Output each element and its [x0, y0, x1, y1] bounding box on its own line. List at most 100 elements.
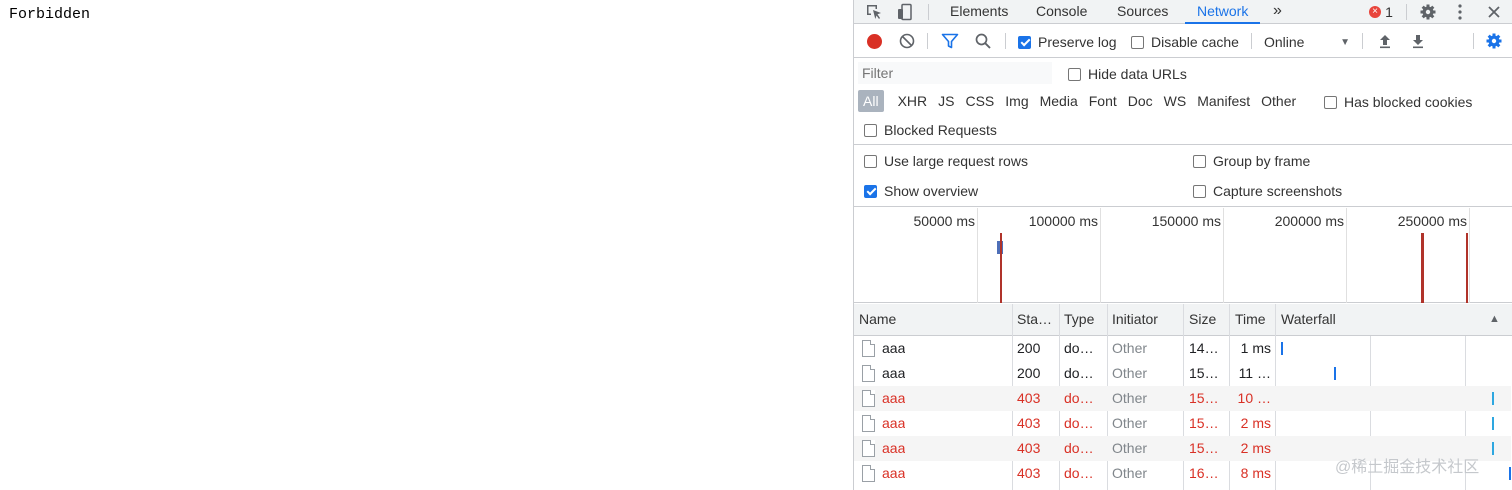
type-filter-xhr[interactable]: XHR [893, 90, 933, 112]
column-header-name[interactable]: Name [854, 304, 1012, 336]
has-blocked-cookies-option[interactable]: Has blocked cookies [1324, 94, 1472, 110]
capture-screenshots-option[interactable]: Capture screenshots [1193, 183, 1342, 199]
toolbar-divider [927, 33, 928, 49]
row-initiator: Other [1112, 415, 1148, 431]
group-by-frame-checkbox[interactable] [1193, 154, 1206, 168]
row-status: 200 [1017, 340, 1041, 356]
type-filter-doc[interactable]: Doc [1123, 90, 1158, 112]
kebab-menu-icon[interactable] [1451, 0, 1469, 24]
table-row[interactable]: aaa 403 do… Other 15… 10 … [854, 386, 1511, 411]
row-type: do… [1064, 390, 1094, 406]
close-icon[interactable] [1484, 0, 1504, 24]
column-header-time[interactable]: Time [1230, 304, 1276, 336]
row-size: 15… [1189, 365, 1219, 381]
row-initiator: Other [1112, 365, 1148, 381]
element-picker-icon[interactable] [863, 0, 885, 24]
preserve-log-option[interactable]: Preserve log [1018, 34, 1117, 50]
has-blocked-cookies-label: Has blocked cookies [1344, 94, 1473, 110]
row-time: 2 ms [1240, 415, 1271, 431]
more-tabs-button[interactable]: » [1273, 0, 1282, 24]
row-time: 8 ms [1240, 465, 1271, 481]
network-overview-timeline[interactable]: 50000 ms 100000 ms 150000 ms 200000 ms 2… [854, 208, 1512, 303]
group-by-frame-label: Group by frame [1213, 153, 1311, 169]
overview-tick-label: 50000 ms [913, 213, 975, 229]
gear-icon[interactable] [1417, 0, 1439, 24]
overview-tick-label: 250000 ms [1397, 213, 1467, 229]
column-header-status[interactable]: Sta… [1012, 304, 1060, 336]
row-name: aaa [882, 340, 906, 356]
column-header-waterfall[interactable]: Waterfall [1276, 304, 1476, 336]
clear-icon[interactable] [897, 29, 917, 53]
row-type: do… [1064, 365, 1094, 381]
overview-gridline [1100, 208, 1101, 303]
filter-icon[interactable] [940, 29, 960, 53]
export-har-icon[interactable] [1408, 29, 1428, 53]
overview-tick-label: 150000 ms [1151, 213, 1221, 229]
show-overview-option[interactable]: Show overview [864, 183, 978, 199]
row-status: 403 [1017, 440, 1041, 456]
type-filter-img[interactable]: Img [1000, 90, 1033, 112]
row-initiator: Other [1112, 465, 1148, 481]
group-by-frame-option[interactable]: Group by frame [1193, 153, 1310, 169]
type-filter-css[interactable]: CSS [960, 90, 999, 112]
large-request-rows-option[interactable]: Use large request rows [864, 153, 1028, 169]
search-icon[interactable] [973, 29, 993, 53]
filter-input[interactable] [858, 62, 1052, 84]
row-initiator: Other [1112, 390, 1148, 406]
waterfall-bar [1281, 342, 1283, 355]
show-overview-label: Show overview [884, 183, 979, 199]
table-row[interactable]: aaa 200 do… Other 14… 1 ms [854, 336, 1511, 361]
throttling-select[interactable]: Online ▼ [1264, 34, 1350, 50]
column-header-type[interactable]: Type [1059, 304, 1107, 336]
table-row[interactable]: aaa 403 do… Other 15… 2 ms [854, 411, 1511, 436]
row-type: do… [1064, 340, 1094, 356]
row-type: do… [1064, 465, 1094, 481]
column-header-initiator[interactable]: Initiator [1107, 304, 1183, 336]
capture-screenshots-label: Capture screenshots [1213, 183, 1343, 199]
toolbar-divider [1406, 4, 1407, 20]
capture-screenshots-checkbox[interactable] [1193, 184, 1206, 198]
disable-cache-option[interactable]: Disable cache [1131, 34, 1239, 50]
blocked-requests-checkbox[interactable] [864, 123, 877, 137]
type-filter-media[interactable]: Media [1035, 90, 1083, 112]
waterfall-bar [1492, 442, 1494, 455]
tab-elements[interactable]: Elements [950, 0, 1008, 24]
overview-load-line [1000, 233, 1002, 303]
table-row[interactable]: aaa 200 do… Other 15… 11 … [854, 361, 1511, 386]
record-icon[interactable] [864, 29, 884, 53]
request-table: Name Sta… Type Initiator Size Time Water… [854, 304, 1512, 490]
overview-gridline [1346, 208, 1347, 303]
tab-console[interactable]: Console [1036, 0, 1087, 24]
tab-sources[interactable]: Sources [1117, 0, 1168, 24]
row-name: aaa [882, 415, 906, 431]
error-counter[interactable]: × 1 [1366, 0, 1396, 24]
sort-ascending-icon[interactable]: ▲ [1484, 304, 1504, 336]
overview-tick-label: 100000 ms [1028, 213, 1098, 229]
row-size: 15… [1189, 440, 1219, 456]
import-har-icon[interactable] [1375, 29, 1395, 53]
network-settings-gear-icon[interactable] [1484, 29, 1504, 53]
blocked-requests-option[interactable]: Blocked Requests [864, 122, 997, 138]
type-filter-other[interactable]: Other [1256, 90, 1301, 112]
network-settings-pane: Use large request rows Group by frame Sh… [854, 146, 1512, 207]
devtools-panel: Elements Console Sources Network » × 1 P… [853, 0, 1512, 490]
device-toolbar-icon[interactable] [894, 0, 916, 24]
column-header-size[interactable]: Size [1184, 304, 1230, 336]
type-filter-manifest[interactable]: Manifest [1192, 90, 1255, 112]
show-overview-checkbox[interactable] [864, 184, 877, 198]
document-icon [862, 390, 875, 407]
type-filter-js[interactable]: JS [933, 90, 959, 112]
tab-network[interactable]: Network [1185, 0, 1261, 24]
type-filter-ws[interactable]: WS [1159, 90, 1192, 112]
disable-cache-checkbox[interactable] [1131, 35, 1144, 49]
has-blocked-cookies-checkbox[interactable] [1324, 95, 1337, 109]
type-filter-font[interactable]: Font [1084, 90, 1122, 112]
overview-tick-label: 200000 ms [1274, 213, 1344, 229]
document-icon [862, 465, 875, 482]
large-request-rows-checkbox[interactable] [864, 154, 877, 168]
preserve-log-checkbox[interactable] [1018, 35, 1031, 49]
page-content: Forbidden [0, 0, 853, 490]
hide-data-urls-option[interactable]: Hide data URLs [1068, 66, 1187, 82]
hide-data-urls-checkbox[interactable] [1068, 67, 1081, 81]
type-filter-all[interactable]: All [858, 90, 884, 112]
